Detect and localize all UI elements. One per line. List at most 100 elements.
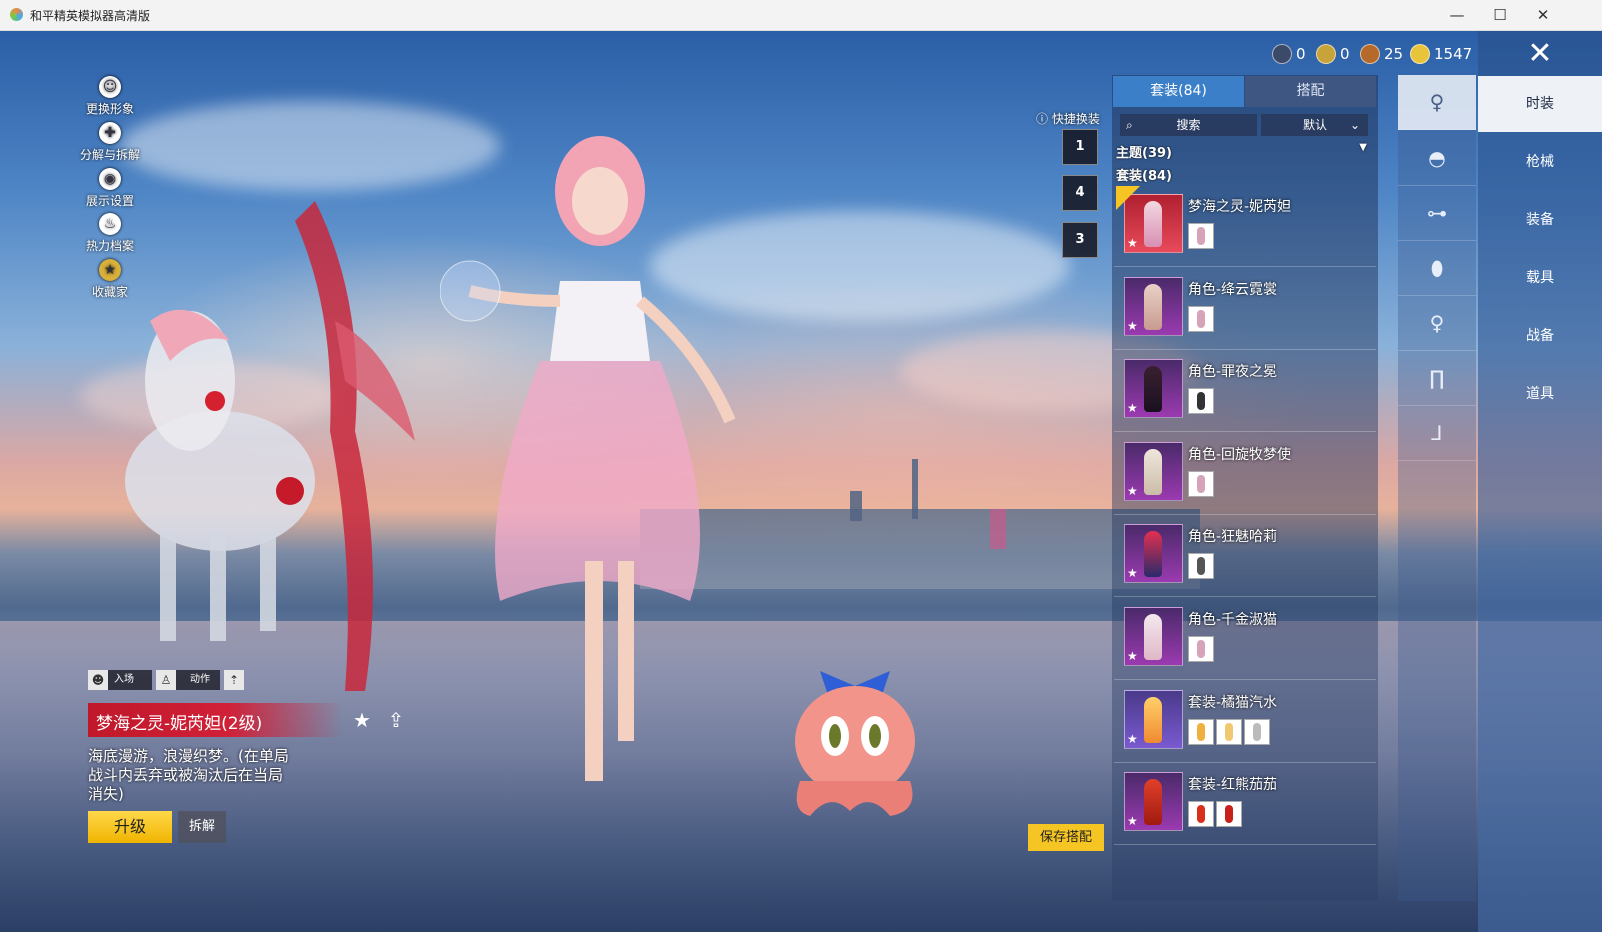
category-mask[interactable]: ⬮ — [1398, 241, 1476, 296]
item-name: 角色-千金淑猫 — [1188, 612, 1278, 628]
section-theme-label: 主题(39) — [1116, 146, 1172, 161]
item-thumbnail: ★ — [1124, 524, 1183, 583]
item-name: 角色-绛云霓裳 — [1188, 282, 1278, 298]
item-thumbnail: ★ — [1124, 442, 1183, 501]
window-titlebar: 和平精英模拟器高清版 — ☐ ✕ — [0, 0, 1602, 31]
sort-dropdown[interactable]: 默认 ⌄ — [1261, 114, 1368, 136]
selected-check-icon — [1116, 186, 1140, 210]
quick-slot-3[interactable]: 3 — [1062, 222, 1098, 258]
tab-weapons[interactable]: 枪械 — [1478, 134, 1602, 190]
item-name: 套装-橘猫汽水 — [1188, 695, 1278, 711]
app-icon — [10, 8, 23, 21]
item-thumbnail: ★ — [1124, 359, 1183, 418]
tab-equipment[interactable]: 装备 — [1478, 192, 1602, 248]
item-name: 套装-红熊茄茄 — [1188, 777, 1278, 793]
item-part-thumbnail — [1216, 719, 1242, 745]
category-shoes[interactable]: ⅃ — [1398, 406, 1476, 461]
pet-figure — [795, 671, 915, 816]
tab-vehicles[interactable]: 载具 — [1478, 250, 1602, 306]
favorite-star-icon[interactable]: ★ — [350, 708, 374, 732]
category-glasses[interactable]: ⊶ — [1398, 186, 1476, 241]
entrance-button[interactable]: ☻ 入场 — [88, 670, 152, 690]
quick-slot-2[interactable]: 4 — [1062, 175, 1098, 211]
item-part-thumbnail — [1188, 636, 1214, 662]
list-item[interactable]: ★ 角色-千金淑猫 — [1114, 603, 1376, 680]
currency-value: 0 — [1340, 45, 1350, 63]
currency-value: 0 — [1296, 45, 1306, 63]
menu-heat-profile[interactable]: ♨ 热力档案 — [80, 213, 140, 254]
star-icon: ★ — [1127, 649, 1138, 663]
category-outfit[interactable]: ♀ — [1398, 75, 1476, 130]
search-placeholder: 搜索 — [1176, 118, 1201, 132]
flame-icon: ♨ — [99, 213, 121, 235]
menu-change-avatar[interactable]: ☺ 更换形象 — [80, 76, 140, 117]
currency-3: 25 — [1360, 44, 1403, 64]
tab-items[interactable]: 道具 — [1478, 366, 1602, 422]
item-part-thumbnail — [1188, 471, 1214, 497]
currency-coin-gold-ring-icon — [1316, 44, 1336, 64]
character-figure — [440, 136, 736, 781]
list-item[interactable]: ★ 套装-橘猫汽水 — [1114, 686, 1376, 763]
item-part-thumbnail — [1188, 223, 1214, 249]
tab-combat-gear[interactable]: 战备 — [1478, 308, 1602, 364]
currency-2: 0 — [1316, 44, 1350, 64]
close-icon[interactable]: ✕ — [1524, 38, 1556, 70]
close-window-button[interactable]: ✕ — [1523, 3, 1563, 27]
share-icon[interactable]: ⇪ — [384, 708, 408, 732]
chevron-down-icon: ⌄ — [1349, 118, 1360, 132]
category-suit[interactable]: ♀ — [1398, 296, 1476, 351]
currency-4: 1547 — [1410, 44, 1472, 64]
star-icon: ★ — [1127, 484, 1138, 498]
upload-icon[interactable]: ⇡ — [224, 670, 244, 690]
list-item[interactable]: ★ 套装-红熊茄茄 — [1114, 768, 1376, 845]
star-icon: ★ — [1127, 401, 1138, 415]
tab-match[interactable]: 搭配 — [1245, 76, 1376, 107]
menu-label: 收藏家 — [91, 285, 128, 299]
list-item[interactable]: ★ 角色-回旋牧梦使 — [1114, 438, 1376, 515]
window-title: 和平精英模拟器高清版 — [30, 9, 151, 23]
avatar-icon: ☺ — [99, 76, 121, 98]
menu-decompose[interactable]: ✚ 分解与拆解 — [80, 122, 140, 163]
body-suit-icon: ♀ — [1429, 311, 1445, 335]
cap-icon: ◓ — [1428, 146, 1446, 170]
search-input[interactable]: ⌕ 搜索 — [1120, 114, 1257, 136]
section-theme[interactable]: 主题(39) ▼ — [1116, 142, 1371, 161]
glasses-icon: ⊶ — [1427, 201, 1447, 225]
caret-down-icon: ▼ — [1359, 142, 1367, 153]
item-part-thumbnail — [1188, 306, 1214, 332]
currency-1: 0 — [1272, 44, 1306, 64]
list-item[interactable]: ★ 梦海之灵-妮芮妲 — [1114, 190, 1376, 267]
list-item[interactable]: ★ 角色-罪夜之冕 — [1114, 355, 1376, 432]
item-name: 梦海之灵-妮芮妲 — [1188, 199, 1292, 215]
menu-label: 热力档案 — [85, 239, 134, 253]
search-icon: ⌕ — [1126, 118, 1133, 132]
tab-fashion[interactable]: 时装 — [1478, 76, 1602, 132]
upgrade-button[interactable]: 升级 — [88, 811, 172, 843]
item-part-thumbnail — [1188, 553, 1214, 579]
outfit-figure-icon: ♀ — [1429, 90, 1445, 114]
list-item[interactable]: ★ 角色-狂魅哈莉 — [1114, 520, 1376, 597]
list-item[interactable]: ★ 角色-绛云霓裳 — [1114, 273, 1376, 350]
selected-name: 梦海之灵-妮芮妲(2级) — [96, 714, 263, 734]
tab-suits[interactable]: 套装(84) — [1113, 76, 1244, 107]
menu-collector[interactable]: ★ 收藏家 — [80, 259, 140, 300]
menu-label: 更换形象 — [85, 102, 134, 116]
star-icon: ★ — [1127, 566, 1138, 580]
minimize-button[interactable]: — — [1437, 3, 1477, 27]
category-hat[interactable]: ◓ — [1398, 131, 1476, 186]
category-pants[interactable]: ∏ — [1398, 351, 1476, 406]
selected-description: 海底漫游，浪漫织梦。(在单局战斗内丢弃或被淘汰后在当局消失) — [88, 747, 289, 803]
menu-label: 分解与拆解 — [80, 148, 141, 162]
quick-slot-1[interactable]: 1 — [1062, 129, 1098, 165]
menu-display-settings[interactable]: ◉ 展示设置 — [80, 168, 140, 209]
quick-change-label: ⓘ 快捷换装 — [1036, 112, 1100, 126]
pants-icon: ∏ — [1429, 366, 1445, 390]
menu-label: 展示设置 — [85, 194, 134, 208]
action-label: 动作 — [190, 674, 210, 685]
action-button[interactable]: ♙ 动作 — [156, 670, 220, 690]
collector-badge-icon: ★ — [99, 259, 121, 281]
dismantle-button[interactable]: 拆解 — [178, 811, 226, 843]
maximize-button[interactable]: ☐ — [1480, 3, 1520, 27]
save-outfit-button[interactable]: 保存搭配 — [1028, 824, 1104, 851]
section-suits: 套装(84) — [1116, 169, 1172, 184]
